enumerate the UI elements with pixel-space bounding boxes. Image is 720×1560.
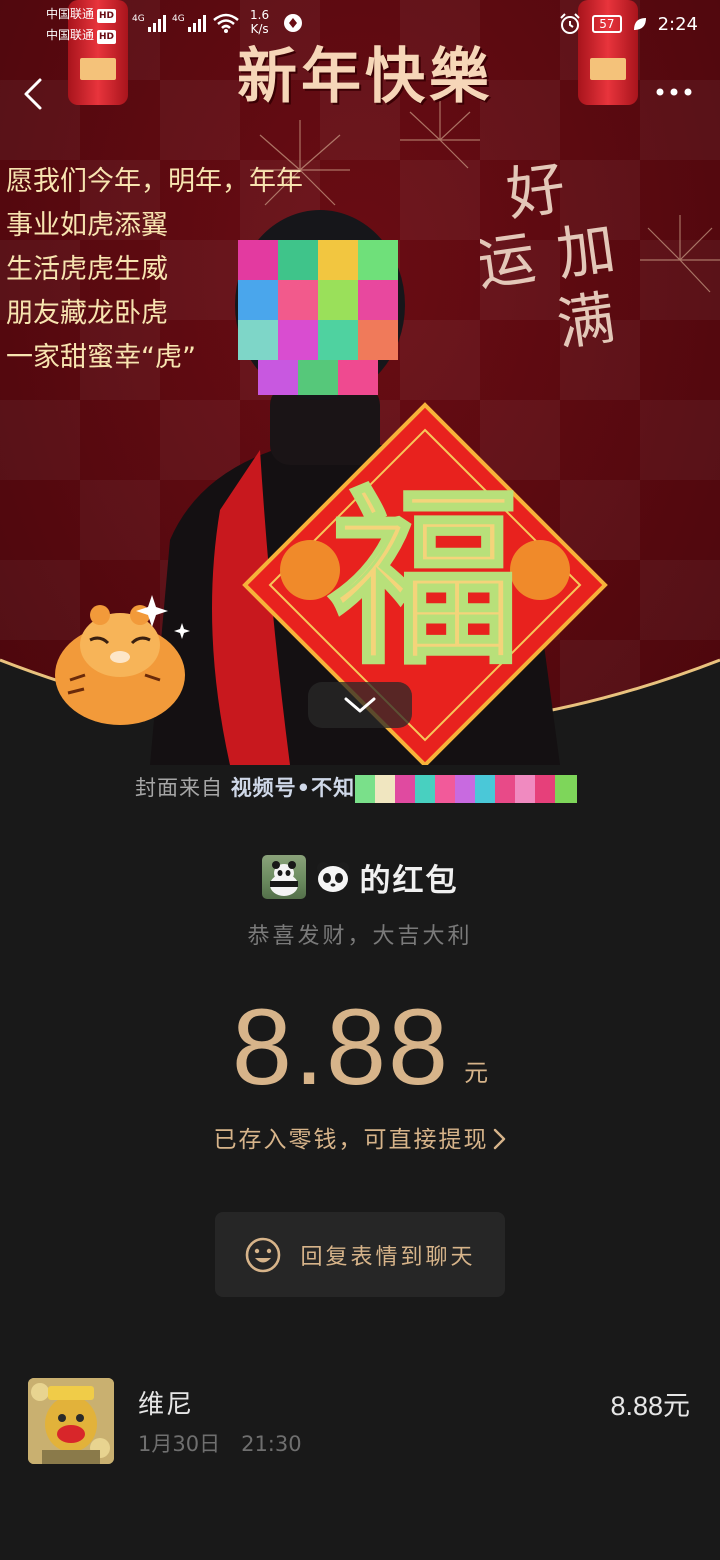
back-icon[interactable] — [18, 74, 50, 114]
receive-time: 1月30日 21:30 — [138, 1432, 302, 1456]
clock: 2:24 — [657, 13, 698, 35]
receiver-avatar[interactable] — [28, 1378, 114, 1464]
battery-icon: 57 — [592, 15, 622, 33]
fu-character: 福 — [329, 467, 520, 690]
chevron-right-icon — [493, 1128, 505, 1150]
carrier-label: 中国联通 — [46, 28, 95, 42]
status-bar: 中国联通 HD 中国联通 HD 4G 4G 1.6 K/s 57 2:24 — [0, 0, 720, 52]
wifi-icon — [213, 13, 239, 33]
sender-title: 的红包 — [359, 862, 459, 899]
net-speed-value: 1.6 — [250, 8, 270, 22]
more-icon[interactable] — [654, 80, 694, 104]
blessing-line: 愿我们今年，明年，年年 — [6, 166, 303, 197]
name-mosaic — [355, 775, 578, 803]
amount-unit: 元 — [464, 1059, 489, 1087]
receiver-record-row[interactable]: 维尼 1月30日 21:30 8.88元 — [0, 1370, 720, 1470]
net-speed: 1.6 K/s — [250, 8, 269, 36]
carrier-2: 中国联通 HD — [46, 28, 117, 44]
receiver-name: 维尼 — [138, 1390, 195, 1420]
cover-source[interactable]: 封面来自 视频号•不知 — [0, 772, 720, 805]
collapse-cover-button[interactable] — [308, 682, 412, 728]
panda-icon — [316, 862, 349, 892]
leaf-icon — [633, 18, 646, 30]
tiger-avatar-image — [28, 1378, 114, 1464]
deposit-note-text: 已存入零钱，可直接提现 — [213, 1127, 489, 1153]
alarm-icon — [560, 13, 581, 34]
greeting-text: 恭喜发财，大吉大利 — [247, 924, 473, 949]
chevron-down-icon — [344, 697, 376, 713]
cover-source-name: 视频号•不知 — [230, 776, 356, 800]
net-speed-unit: K/s — [250, 22, 269, 36]
reply-button-label: 回复表情到聊天 — [300, 1244, 476, 1270]
deposit-note-link[interactable]: 已存入零钱，可直接提现 — [0, 1120, 720, 1154]
status-right: 57 2:24 — [558, 12, 698, 36]
red-packet-cover: 新年快樂 愿我们今年，明年，年年 事业如虎添翼 生活虎虎生威 朋友藏龙卧虎 一家… — [0, 0, 720, 765]
fu-poster: 福 — [242, 402, 608, 765]
amount-value: 8.88 — [231, 986, 451, 1107]
carrier-1: 中国联通 HD — [46, 7, 117, 23]
panda-photo — [269, 861, 298, 896]
svg-text:4G: 4G — [172, 14, 185, 24]
notification-icon — [284, 14, 302, 32]
cover-source-prefix: 封面来自 — [135, 776, 223, 800]
amount-row: 8.88 元 — [0, 992, 720, 1102]
hd-badge: HD — [97, 30, 117, 44]
signal-icon: 4G — [132, 14, 166, 32]
smile-icon — [246, 1237, 281, 1272]
reply-sticker-button[interactable]: 回复表情到聊天 — [215, 1212, 505, 1297]
carrier-label: 中国联通 — [46, 7, 95, 21]
tiger-sticker — [55, 595, 190, 725]
svg-text:4G: 4G — [132, 14, 145, 24]
receive-amount: 8.88元 — [610, 1391, 690, 1421]
sender-row: 的红包 — [0, 852, 720, 902]
face-mosaic — [238, 240, 398, 395]
hd-badge: HD — [97, 9, 117, 23]
sender-avatar[interactable] — [261, 855, 306, 899]
signal-icon: 4G — [172, 14, 206, 32]
